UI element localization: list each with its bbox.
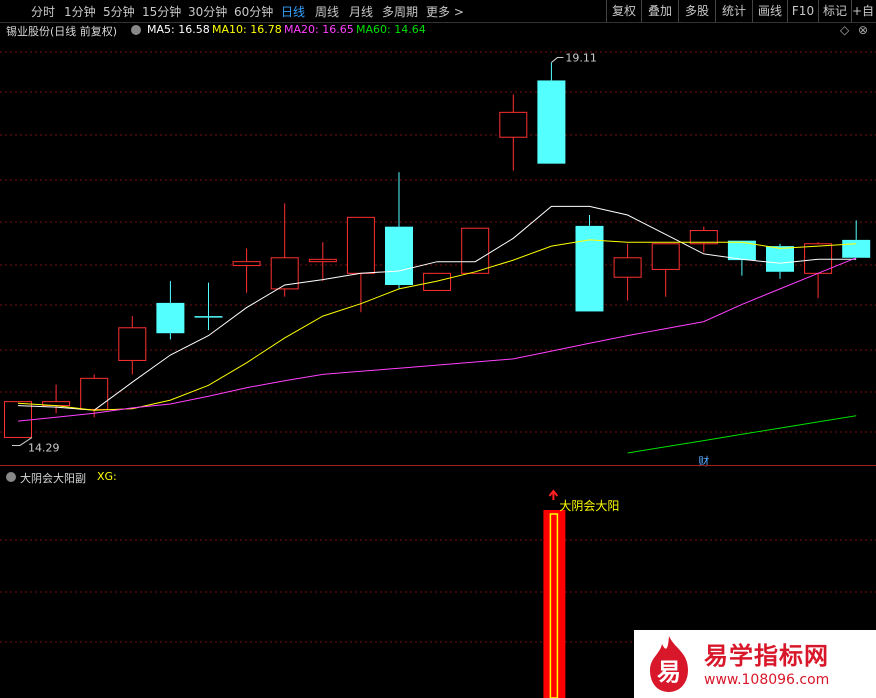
candle (156, 281, 185, 340)
candle-body-up (80, 377, 109, 410)
candle (766, 243, 794, 279)
indicator-var: XG: (97, 470, 117, 483)
candle-body-down (385, 226, 413, 285)
close-circle-icon[interactable]: ⊗ (858, 23, 868, 37)
candle-body-up (499, 111, 528, 138)
candle-body-down (842, 239, 871, 258)
site-name: 易学指标网 (704, 642, 829, 670)
high-price-label: 19.11 (565, 52, 597, 65)
candle-body-up (346, 216, 375, 274)
candle (308, 242, 337, 282)
candle (346, 216, 375, 313)
candle-body-up (270, 257, 299, 290)
watermark-logo: 易 易学指标网 www.108096.com (634, 630, 876, 698)
signal-bar (543, 510, 566, 698)
candle-body-up (613, 257, 642, 278)
candle (42, 384, 71, 414)
candle (118, 316, 147, 375)
candle-body-up (651, 243, 680, 270)
candle (804, 242, 833, 299)
candle-body-down (537, 80, 566, 164)
ma20-label: MA20: 16.65 (284, 23, 354, 36)
candle-body-up (308, 258, 337, 263)
candle-body-down (194, 316, 223, 318)
high-arrow (551, 57, 564, 63)
candle-body-up (4, 401, 32, 438)
flame-logo-icon: 易 (650, 636, 688, 692)
ma5-label: MA5: 16.58 (147, 23, 210, 36)
candle-body-up (232, 261, 261, 267)
candle-body-up (118, 327, 147, 361)
main-panel-header: 锡业股份(日线 前复权) MA5: 16.58 MA10: 16.78 MA20… (0, 23, 876, 39)
low-price-label: 14.29 (28, 441, 60, 454)
candle (232, 248, 261, 293)
ma5-line (17, 205, 857, 411)
candle-body-up (461, 227, 490, 274)
indicator-title[interactable]: 大阴会大阳副 (20, 470, 86, 486)
candle-body-down (766, 246, 794, 272)
signal-bars: 大阴会大阳 (543, 489, 619, 698)
candle (194, 282, 223, 331)
signal-up-arrow-icon (548, 489, 559, 500)
candle (575, 215, 604, 312)
settings-dot-icon[interactable] (131, 25, 141, 35)
candle (499, 94, 528, 171)
candle-body-down (156, 302, 185, 334)
panel-divider[interactable] (0, 465, 876, 466)
collapse-diamond-icon[interactable]: ◇ (840, 23, 849, 37)
candle-body-up (804, 243, 833, 274)
candle-body-down (575, 225, 604, 312)
candle (613, 243, 642, 301)
candle (651, 243, 680, 297)
signal-label: 大阴会大阳 (559, 499, 619, 513)
ma10-label: MA10: 16.78 (212, 23, 282, 36)
candle (423, 272, 452, 291)
kline-chart[interactable]: 19.1114.29财 大阴会大阳 (0, 0, 876, 698)
candle (80, 374, 109, 418)
candle (270, 203, 299, 297)
site-url: www.108096.com (704, 672, 830, 688)
candle (537, 62, 566, 164)
stock-title[interactable]: 锡业股份(日线 前复权) (6, 23, 117, 39)
ma60-label: MA60: 14.64 (356, 23, 426, 36)
logo-char: 易 (657, 658, 681, 686)
candle-body-up (423, 272, 452, 291)
settings-dot-icon[interactable] (6, 472, 16, 482)
ma60-line (627, 415, 857, 454)
candle (842, 220, 871, 258)
candle (4, 401, 32, 438)
candle (689, 226, 718, 253)
candle (461, 227, 490, 274)
